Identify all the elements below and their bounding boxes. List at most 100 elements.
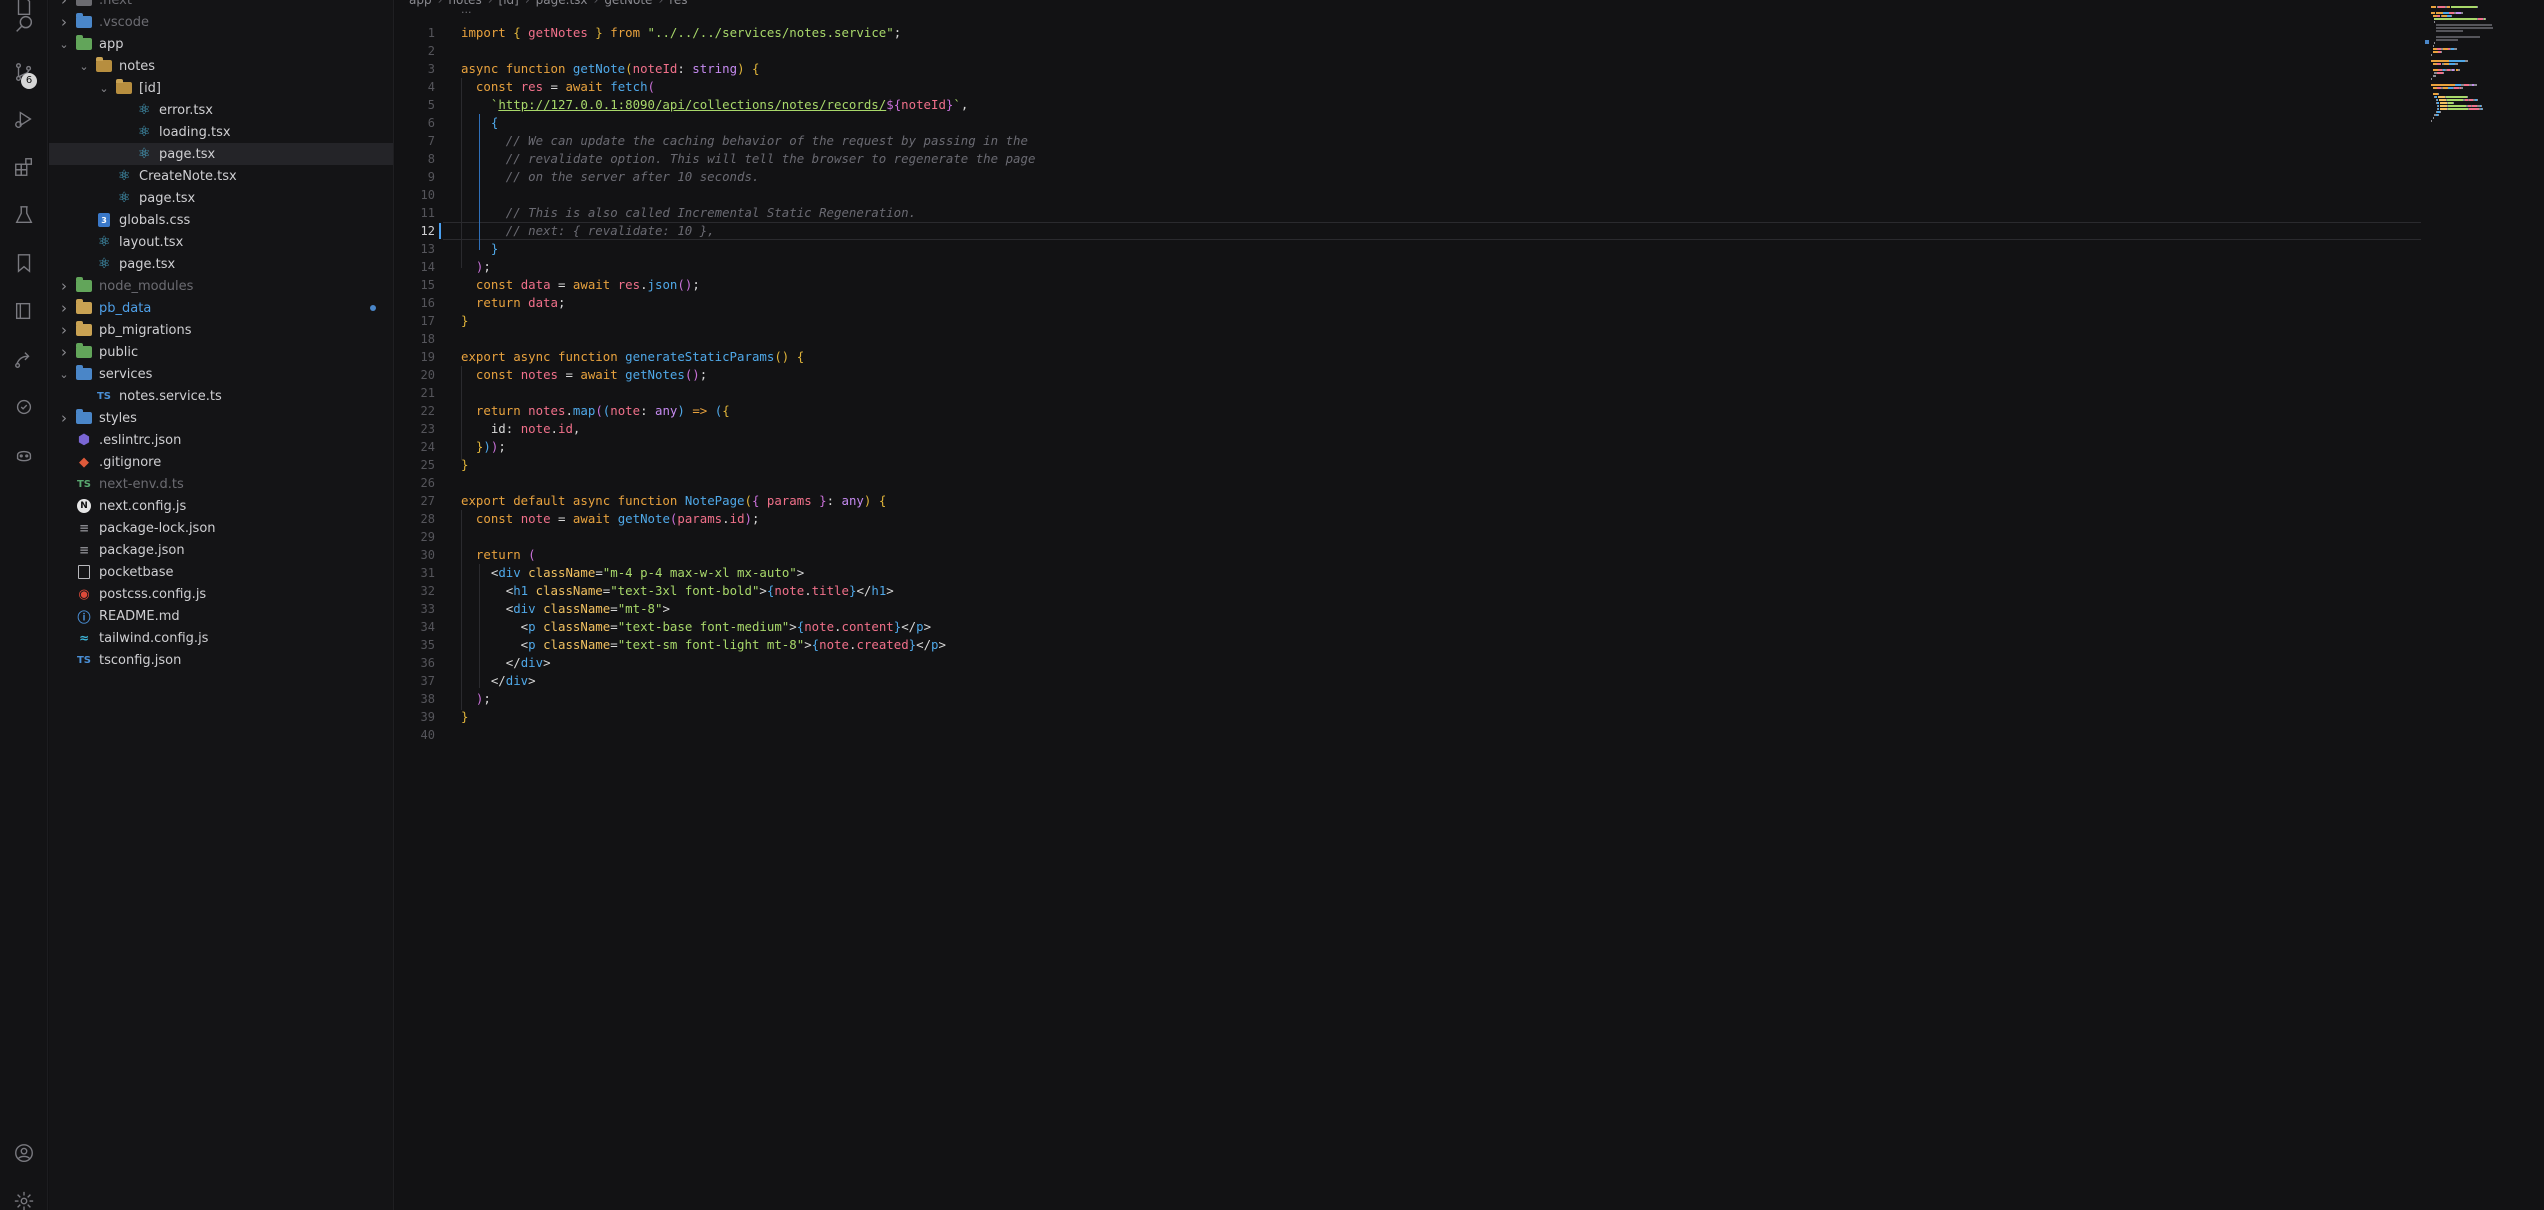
code-line[interactable]: const notes = await getNotes();	[461, 366, 707, 384]
code-token: }	[461, 241, 499, 256]
code-line[interactable]: );	[461, 258, 491, 276]
react-file-icon: ⚛	[117, 190, 131, 206]
code-line[interactable]: `http://127.0.0.1:8090/api/collections/n…	[461, 96, 969, 114]
code-token: ${	[886, 97, 902, 112]
code-line[interactable]: const data = await res.json();	[461, 276, 700, 294]
code-line[interactable]: const res = await fetch(	[461, 78, 655, 96]
explorer-file[interactable]: ≡ package.json	[49, 539, 393, 561]
explorer-file[interactable]: ⚛ loading.tsx	[49, 121, 393, 143]
explorer-folder[interactable]: ⌄ [id]	[49, 77, 393, 99]
line-number: 3	[427, 62, 435, 76]
code-line[interactable]: export default async function NotePage({…	[461, 492, 886, 510]
code-line[interactable]: </div>	[461, 672, 536, 690]
code-token: }	[461, 709, 469, 724]
code-line[interactable]: {	[461, 114, 498, 132]
explorer-folder[interactable]: › public	[49, 341, 393, 363]
code-line[interactable]: <div className="m-4 p-4 max-w-xl mx-auto…	[461, 564, 804, 582]
code-token: ()	[774, 349, 797, 364]
code-line[interactable]: }	[461, 708, 468, 726]
explorer-file[interactable]: Nnext.config.js	[49, 495, 393, 517]
breadcrumb-item[interactable]: res	[669, 0, 687, 7]
explorer-file[interactable]: ⚛ page.tsx	[49, 253, 393, 275]
git-graph-icon[interactable]	[12, 395, 36, 419]
explorer-file[interactable]: ⚛ page.tsx	[49, 187, 393, 209]
code-line[interactable]: // This is also called Incremental Stati…	[461, 204, 916, 222]
chevron-right-icon: ›	[61, 299, 67, 317]
code-token: note	[804, 619, 835, 634]
explorer-file[interactable]: ⚛ page.tsx	[49, 143, 393, 165]
explorer-folder[interactable]: › styles	[49, 407, 393, 429]
minimap-token	[2446, 96, 2467, 98]
minimap[interactable]	[2431, 6, 2541, 126]
code-token: }	[461, 313, 469, 328]
code-line[interactable]: const note = await getNote(params.id);	[461, 510, 760, 528]
code-token: string	[692, 61, 738, 76]
code-editor[interactable]: app › notes › [id] › page.tsx › getNote › res ··· …	[395, 0, 2544, 1210]
code-line[interactable]: <p className="text-base font-medium">{no…	[461, 618, 931, 636]
run-debug-icon[interactable]	[12, 107, 36, 131]
code-line[interactable]: <div className="mt-8">	[461, 600, 670, 618]
code-line[interactable]: }));	[461, 438, 506, 456]
code-line[interactable]: return (	[461, 546, 536, 564]
json-file-icon: ≡	[78, 543, 90, 557]
code-line[interactable]: );	[461, 690, 491, 708]
account-icon[interactable]	[12, 1141, 36, 1165]
minimap-token	[2434, 21, 2435, 23]
code-line[interactable]: return notes.map((note: any) => ({	[461, 402, 730, 420]
explorer-file[interactable]: TS tsconfig.json	[49, 649, 393, 671]
explorer-file[interactable]: ⬢ .eslintrc.json	[49, 429, 393, 451]
explorer-file[interactable]: TS notes.service.ts	[49, 385, 393, 407]
explorer-folder[interactable]: › pb_migrations	[49, 319, 393, 341]
minimap-token	[2441, 51, 2443, 53]
minimap-token	[2439, 108, 2447, 110]
explorer-folder[interactable]: › .vscode	[49, 11, 393, 33]
explorer-folder[interactable]: ⌄ notes	[49, 55, 393, 77]
code-line[interactable]: <h1 className="text-3xl font-bold">{note…	[461, 582, 894, 600]
code-line[interactable]: async function getNote(noteId: string) {	[461, 60, 759, 78]
breadcrumb-item[interactable]: getNote	[604, 0, 652, 7]
explorer-file[interactable]: ≡ package-lock.json	[49, 517, 393, 539]
explorer-file[interactable]: TS next-env.d.ts	[49, 473, 393, 495]
code-line[interactable]: // next: { revalidate: 10 },	[461, 222, 715, 240]
explorer-sidebar: › .next › .vscode ⌄ app ⌄ notes ⌄ [id] ⚛ error.tsx ⚛…	[49, 0, 394, 1210]
code-token: div	[505, 673, 529, 688]
explorer-file[interactable]: 3 globals.css	[49, 209, 393, 231]
explorer-file[interactable]: pocketbase	[49, 561, 393, 583]
pages-icon[interactable]	[12, 299, 36, 323]
explorer-file[interactable]: ⓘ README.md	[49, 605, 393, 627]
explorer-file[interactable]: ≈ tailwind.config.js	[49, 627, 393, 649]
testing-icon[interactable]	[12, 203, 36, 227]
settings-gear-icon[interactable]	[12, 1189, 36, 1210]
code-line[interactable]: // on the server after 10 seconds.	[461, 168, 760, 186]
code-line[interactable]: }	[461, 456, 468, 474]
explorer-folder[interactable]: › pb_data	[49, 297, 393, 319]
explorer-folder[interactable]: › node_modules	[49, 275, 393, 297]
breadcrumb-item[interactable]: page.tsx	[536, 0, 588, 7]
explorer-file[interactable]: ⚛ error.tsx	[49, 99, 393, 121]
search-icon[interactable]	[12, 12, 36, 36]
remote-icon[interactable]	[12, 347, 36, 371]
code-line[interactable]: import { getNotes } from "../../../servi…	[461, 24, 901, 42]
code-line[interactable]: export async function generateStaticPara…	[461, 348, 804, 366]
code-line[interactable]: return data;	[461, 294, 566, 312]
explorer-folder[interactable]: ⌄ app	[49, 33, 393, 55]
code-line[interactable]: <p className="text-sm font-light mt-8">{…	[461, 636, 946, 654]
explorer-file[interactable]: ◉ postcss.config.js	[49, 583, 393, 605]
code-line[interactable]: // We can update the caching behavior of…	[461, 132, 1028, 150]
explorer-file[interactable]: ⚛ CreateNote.tsx	[49, 165, 393, 187]
copilot-icon[interactable]	[12, 443, 36, 467]
breadcrumb-item[interactable]: [id]	[499, 0, 519, 7]
breadcrumb-item[interactable]: app	[409, 0, 432, 7]
bookmarks-icon[interactable]	[12, 251, 36, 275]
code-line[interactable]: </div>	[461, 654, 551, 672]
explorer-folder[interactable]: › .next	[49, 0, 393, 11]
code-line[interactable]: }	[461, 240, 498, 258]
code-line[interactable]: // revalidate option. This will tell the…	[461, 150, 1036, 168]
extensions-icon[interactable]	[12, 155, 36, 179]
code-line[interactable]: id: note.id,	[461, 420, 581, 438]
explorer-file[interactable]: ⚛ layout.tsx	[49, 231, 393, 253]
explorer-file[interactable]: ◆ .gitignore	[49, 451, 393, 473]
explorer-folder[interactable]: ⌄ services	[49, 363, 393, 385]
code-line[interactable]: }	[461, 312, 468, 330]
